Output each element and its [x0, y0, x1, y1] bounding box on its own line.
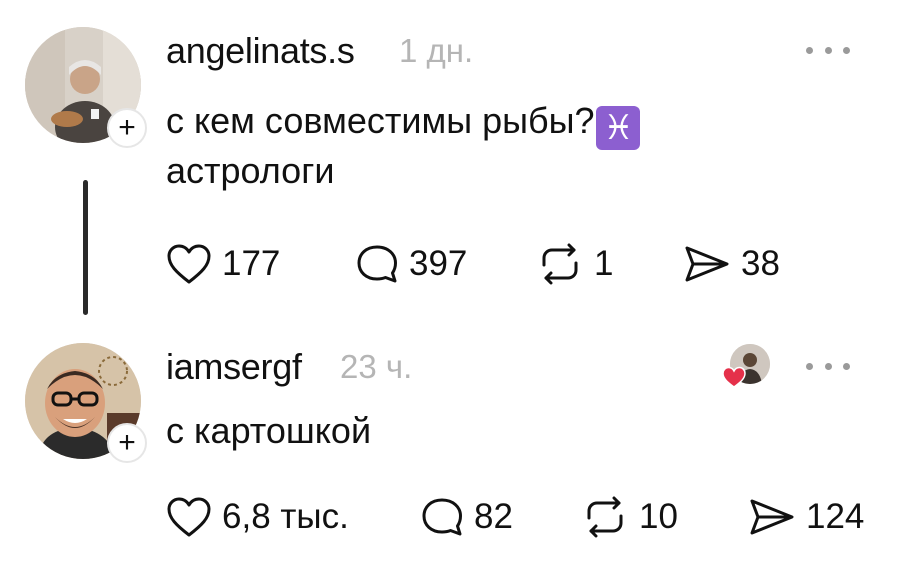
repost-button[interactable]: 1: [536, 243, 613, 285]
post-card: + iamsergf 23 ч. с картошкой 6,8 тыс. 82: [0, 318, 900, 568]
share-button[interactable]: 38: [683, 243, 780, 285]
follow-button[interactable]: +: [107, 423, 147, 463]
like-button[interactable]: 6,8 тыс.: [166, 496, 349, 538]
share-button[interactable]: 124: [748, 496, 864, 538]
post-card: + angelinats.s 1 дн. с кем совместимы ры…: [0, 0, 900, 318]
heart-icon: [167, 497, 211, 537]
like-count: 6,8 тыс.: [222, 497, 349, 536]
like-count: 177: [222, 244, 281, 283]
repost-button[interactable]: 10: [581, 496, 678, 538]
heart-filled-icon: [722, 366, 746, 388]
post-text-line2: астрологи: [166, 150, 335, 191]
comment-icon: [422, 498, 462, 536]
pisces-emoji: ♓: [596, 106, 641, 150]
send-icon: [685, 246, 729, 282]
thread-line: [83, 180, 88, 315]
like-button[interactable]: 177: [166, 243, 280, 285]
comment-button[interactable]: 82: [420, 496, 513, 538]
repost-icon: [587, 496, 623, 538]
plus-icon: +: [118, 111, 136, 144]
share-count: 38: [741, 244, 780, 283]
more-icon: [806, 362, 813, 370]
post-text-line1: с кем совместимы рыбы?: [166, 100, 595, 141]
post-time: 23 ч.: [340, 348, 413, 385]
post-text: с картошкой: [166, 410, 372, 451]
plus-icon: +: [118, 426, 136, 459]
repost-count: 10: [639, 497, 678, 536]
more-button[interactable]: [806, 44, 850, 56]
repost-icon: [542, 243, 578, 285]
username[interactable]: angelinats.s: [166, 30, 355, 72]
username[interactable]: iamsergf: [166, 346, 302, 388]
comment-count: 397: [409, 244, 468, 283]
comment-button[interactable]: 397: [355, 243, 467, 285]
follow-button[interactable]: +: [107, 108, 147, 148]
send-icon: [750, 499, 794, 535]
repost-count: 1: [594, 244, 614, 283]
liked-by-author[interactable]: [722, 344, 770, 392]
post-text: с кем совместимы рыбы? ♓: [166, 94, 641, 150]
heart-icon: [167, 244, 211, 284]
more-icon: [806, 46, 813, 54]
comment-icon: [357, 245, 397, 283]
share-count: 124: [806, 497, 865, 536]
post-time: 1 дн.: [399, 32, 474, 69]
comment-count: 82: [474, 497, 513, 536]
more-button[interactable]: [806, 360, 850, 372]
